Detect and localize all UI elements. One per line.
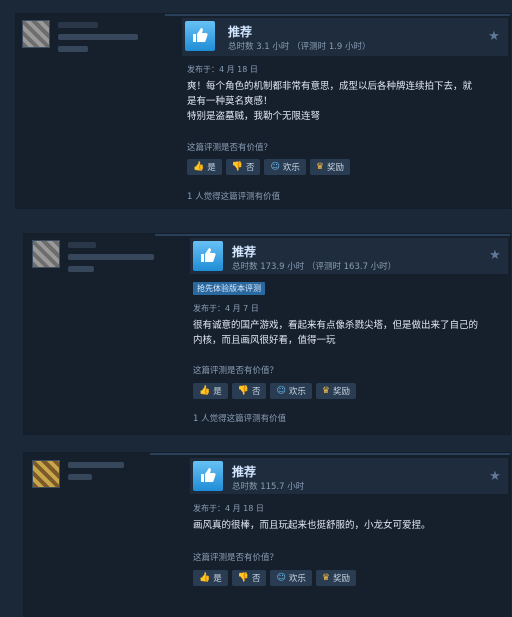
- post-date: 发布于：4 月 18 日: [187, 65, 258, 74]
- review-text: 画风真的很棒，而且玩起来也挺舒服的，小龙女可爱捏。: [193, 520, 431, 531]
- recommendation-label: 推荐: [232, 245, 257, 259]
- star-icon[interactable]: ★: [488, 470, 502, 484]
- hours-played: 总时数 3.1 小时 （评测时 1.9 小时）: [228, 42, 371, 52]
- vote-yes-button[interactable]: 👍 是: [193, 570, 228, 586]
- recommendation-label: 推荐: [228, 25, 253, 39]
- recommendation-label: 推荐: [232, 465, 257, 479]
- vote-buttons: 👍 是 👎 否 ☺ 欢乐 ♛ 奖励: [193, 383, 356, 399]
- thumbs-up-icon: [185, 21, 215, 51]
- helpful-count: 1 人觉得这篇评测有价值: [187, 192, 281, 202]
- review-author[interactable]: [22, 20, 148, 58]
- award-icon: ♛: [321, 573, 330, 583]
- review-top-border: [155, 234, 510, 236]
- avatar[interactable]: [32, 240, 60, 268]
- vote-buttons: 👍 是 👎 否 ☺ 欢乐 ♛ 奖励: [187, 159, 350, 175]
- review-top-border: [165, 14, 510, 16]
- helpful-question: 这篇评测是否有价值？: [193, 553, 279, 563]
- smile-icon: ☺: [270, 162, 280, 172]
- vote-no-button[interactable]: 👎 否: [225, 159, 261, 175]
- thumbs-up-icon: [193, 461, 223, 491]
- vote-yes-button[interactable]: 👍 是: [187, 159, 222, 175]
- thumbs-down-icon: 👎: [237, 386, 249, 396]
- award-icon: ♛: [315, 162, 324, 172]
- vote-yes-button[interactable]: 👍 是: [193, 383, 228, 399]
- thumbs-up-icon: [193, 241, 223, 271]
- review-author[interactable]: [32, 240, 158, 278]
- early-access-badge: 抢先体验版本评测: [193, 282, 265, 295]
- award-button[interactable]: ♛ 奖励: [315, 570, 356, 586]
- smile-icon: ☺: [276, 386, 286, 396]
- review-text: 爽！每个角色的机制都非常有意思，成型以后各种牌连续拍下去，就 是有一种莫名爽感！…: [187, 81, 473, 122]
- thumbs-down-icon: 👎: [237, 573, 249, 583]
- vote-no-button[interactable]: 👎 否: [231, 570, 267, 586]
- helpful-question: 这篇评测是否有价值？: [187, 143, 273, 153]
- vote-funny-button[interactable]: ☺ 欢乐: [270, 383, 312, 399]
- avatar[interactable]: [32, 460, 60, 488]
- star-icon[interactable]: ★: [487, 30, 501, 44]
- avatar[interactable]: [22, 20, 50, 48]
- vote-funny-button[interactable]: ☺ 欢乐: [270, 570, 312, 586]
- thumbs-up-icon: 👍: [193, 162, 205, 172]
- review-author[interactable]: [32, 460, 158, 488]
- smile-icon: ☺: [276, 573, 286, 583]
- vote-no-button[interactable]: 👎 否: [231, 383, 267, 399]
- award-icon: ♛: [321, 386, 330, 396]
- award-button[interactable]: ♛ 奖励: [309, 159, 350, 175]
- helpful-count: 1 人觉得这篇评测有价值: [193, 414, 287, 424]
- post-date: 发布于：4 月 7 日: [193, 304, 259, 313]
- hours-played: 总时数 173.9 小时 （评测时 163.7 小时）: [232, 262, 397, 272]
- thumbs-up-icon: 👍: [199, 386, 211, 396]
- vote-funny-button[interactable]: ☺ 欢乐: [264, 159, 306, 175]
- star-icon[interactable]: ★: [488, 249, 502, 263]
- award-button[interactable]: ♛ 奖励: [315, 383, 356, 399]
- vote-buttons: 👍 是 👎 否 ☺ 欢乐 ♛ 奖励: [193, 570, 356, 586]
- thumbs-up-icon: 👍: [199, 573, 211, 583]
- review-text: 很有诚意的国产游戏，看起来有点像杀戮尖塔，但是做出来了自己的 内核，而且画风很好…: [193, 320, 479, 346]
- review-top-border: [150, 453, 510, 455]
- post-date: 发布于：4 月 18 日: [193, 504, 264, 513]
- hours-played: 总时数 115.7 小时: [232, 482, 305, 492]
- helpful-question: 这篇评测是否有价值？: [193, 366, 279, 376]
- thumbs-down-icon: 👎: [231, 162, 243, 172]
